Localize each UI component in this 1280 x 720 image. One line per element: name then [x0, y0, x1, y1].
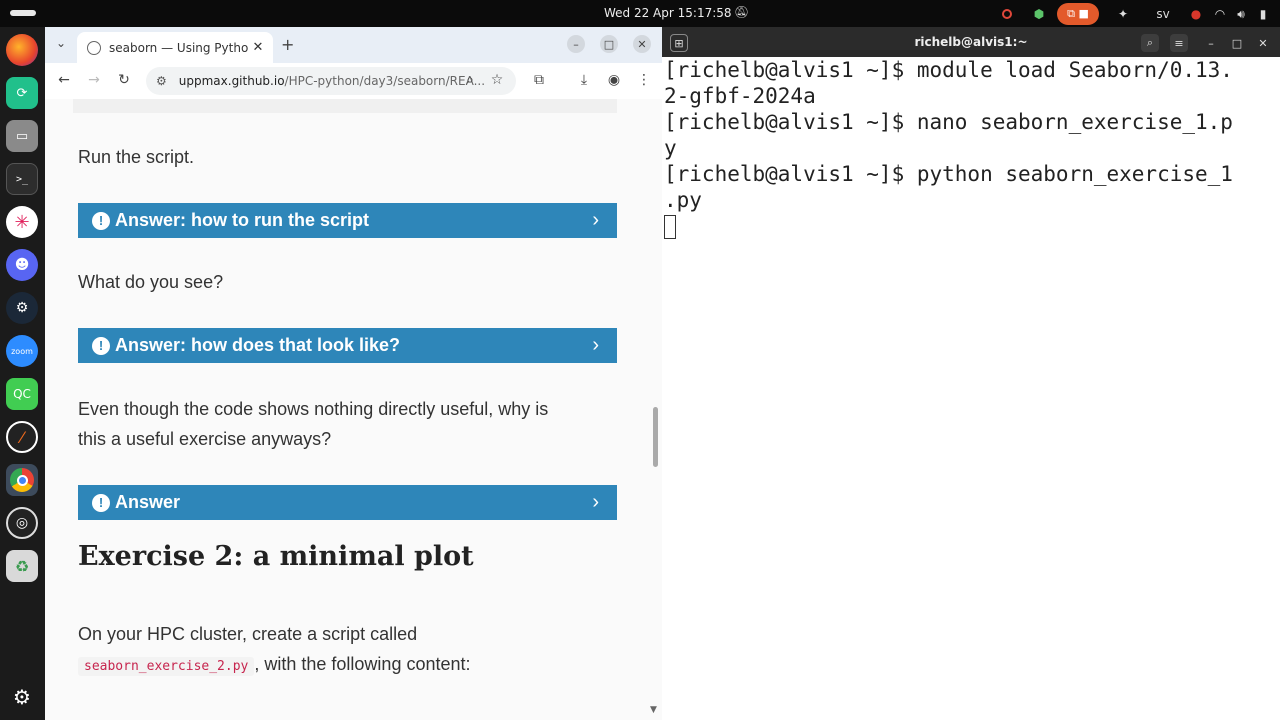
close-window-icon[interactable]: ✕	[633, 35, 651, 53]
paragraph-line: On your HPC cluster, create a script cal…	[78, 624, 418, 644]
chevron-right-icon: ›	[592, 209, 599, 231]
close-tab-icon[interactable]: ✕	[249, 40, 267, 55]
tab-search-chevron-icon[interactable]: ⌄	[56, 36, 66, 50]
url-path: /HPC-python/day3/seaborn/REA...	[284, 74, 486, 88]
chrome-icon[interactable]	[6, 464, 38, 496]
terminal-line: [richelb@alvis1 ~]$ module load Seaborn/…	[664, 58, 1233, 82]
browser-window: ⌄ seaborn — Using Python ✕ + – □ ✕ ← → ↻…	[45, 27, 662, 720]
top-bar: Wed 22 Apr 15:17:58 🔕︎ ⬢ ⧉ ■ ✦ sv ● ◠ 🔊︎…	[0, 0, 1280, 27]
reload-icon[interactable]: ↻	[115, 72, 133, 88]
chevron-right-icon: ›	[592, 334, 599, 356]
back-icon[interactable]: ←	[55, 72, 73, 88]
terminal-line: [richelb@alvis1 ~]$ python seaborn_exerc…	[664, 162, 1233, 186]
shield-icon[interactable]: ⬢	[1031, 3, 1047, 25]
globe-icon	[87, 40, 101, 55]
hamburger-menu-icon[interactable]: ≡	[1170, 34, 1188, 52]
activities-button[interactable]	[10, 10, 36, 16]
answer-look-like-toggle[interactable]: ! Answer: how does that look like? ›	[78, 328, 617, 363]
extensions-icon[interactable]: ⧉	[530, 72, 548, 88]
page-content: Run the script. ! Answer: how to run the…	[45, 99, 662, 720]
battery-icon: ▮	[1259, 7, 1267, 21]
exclamation-icon: !	[92, 211, 110, 230]
tab-seaborn[interactable]: seaborn — Using Python ✕	[77, 32, 273, 63]
files-icon[interactable]: ▭	[6, 120, 38, 152]
slack-icon[interactable]: ✳	[6, 206, 38, 238]
obs-icon[interactable]: ◎	[6, 507, 38, 539]
admonition-title: Answer: how does that look like?	[115, 335, 401, 355]
section-heading: Exercise 2: a minimal plot	[78, 541, 474, 572]
profile-icon[interactable]: ◉	[605, 72, 623, 88]
clock[interactable]: Wed 22 Apr 15:17:58	[604, 6, 732, 20]
zoom-icon[interactable]: zoom	[6, 335, 38, 367]
screen-share-indicator[interactable]: ⧉ ■	[1057, 3, 1099, 25]
paragraph-line: Even though the code shows nothing direc…	[78, 399, 549, 419]
exclamation-icon: !	[92, 336, 110, 355]
admonition-title: Answer: how to run the script	[115, 210, 370, 230]
paragraph-create-script: On your HPC cluster, create a script cal…	[78, 619, 471, 682]
minimize-icon[interactable]: –	[1202, 34, 1220, 52]
record-icon[interactable]	[999, 3, 1015, 25]
accessibility-icon[interactable]: ✦	[1115, 3, 1131, 25]
tab-title: seaborn — Using Python	[109, 40, 249, 55]
answer-toggle[interactable]: ! Answer ›	[78, 485, 617, 520]
wifi-icon: ◠	[1214, 7, 1226, 21]
terminal-line: 2-gfbf-2024a	[664, 84, 816, 108]
terminal-line: .py	[664, 188, 702, 212]
download-icon[interactable]: ⤓	[575, 72, 593, 88]
inline-code-filename: seaborn_exercise_2.py	[78, 657, 255, 676]
apps-grid-icon[interactable]: ⚙︎	[6, 681, 38, 713]
code-block-bottom	[73, 99, 617, 113]
answer-run-script-toggle[interactable]: ! Answer: how to run the script ›	[78, 203, 617, 238]
steam-icon[interactable]: ⚙	[6, 292, 38, 324]
terminal-line: y	[664, 136, 677, 160]
new-tab-icon[interactable]: +	[281, 35, 294, 54]
terminal-cursor	[664, 215, 676, 239]
terminal-window: ⊞ richelb@alvis1:~ ⌕ ≡ – □ ✕ [richelb@al…	[662, 27, 1280, 720]
terminal-line: [richelb@alvis1 ~]$ nano seaborn_exercis…	[664, 110, 1233, 134]
bookmark-star-icon[interactable]: ☆	[488, 72, 506, 88]
discord-icon[interactable]: ☻	[6, 249, 38, 281]
tab-strip: ⌄ seaborn — Using Python ✕ + – □ ✕	[45, 27, 662, 63]
browser-toolbar: ← → ↻ ⚙︎ uppmax.github.io/HPC-python/day…	[45, 63, 662, 99]
microphone-icon[interactable]: ●	[1188, 3, 1204, 25]
volume-icon: 🔊︎	[1237, 6, 1245, 21]
paragraph-what-see: What do you see?	[78, 272, 224, 292]
maximize-icon[interactable]: □	[1228, 34, 1246, 52]
terminal-output[interactable]: [richelb@alvis1 ~]$ module load Seaborn/…	[664, 57, 1278, 720]
scroll-down-arrow-icon[interactable]: ▼	[650, 705, 657, 715]
forward-icon[interactable]: →	[85, 72, 103, 88]
menu-kebab-icon[interactable]: ⋮	[635, 72, 653, 88]
admonition-title: Answer	[115, 492, 181, 512]
qt-creator-icon[interactable]: QC	[6, 378, 38, 410]
pycharm-icon[interactable]: ⟳	[6, 77, 38, 109]
page-scrollbar[interactable]	[653, 407, 658, 467]
chevron-right-icon: ›	[592, 491, 599, 513]
exclamation-icon: !	[92, 493, 110, 512]
trash-icon[interactable]: ♻	[6, 550, 38, 582]
pdf-icon[interactable]: ⁄	[6, 421, 38, 453]
close-window-icon[interactable]: ✕	[1254, 34, 1272, 52]
site-info-icon[interactable]: ⚙︎	[156, 74, 167, 88]
do-not-disturb-icon: 🔕︎	[734, 5, 750, 19]
maximize-icon[interactable]: □	[600, 35, 618, 53]
zoom-lens-icon[interactable]: ⌕	[461, 72, 479, 88]
minimize-icon[interactable]: –	[567, 35, 585, 53]
paragraph-line: this a useful exercise anyways?	[78, 429, 332, 449]
url-host: uppmax.github.io	[178, 74, 285, 88]
keyboard-layout[interactable]: sv	[1151, 3, 1175, 25]
paragraph-line: , with the following content:	[254, 654, 471, 674]
terminal-header: ⊞ richelb@alvis1:~ ⌕ ≡ – □ ✕	[662, 27, 1280, 57]
terminal-icon[interactable]: >_	[6, 163, 38, 195]
paragraph-why-useful: Even though the code shows nothing direc…	[78, 394, 548, 454]
paragraph-run-script: Run the script.	[78, 147, 195, 167]
dock: ⟳ ▭ >_ ✳ ☻ ⚙ zoom QC ⁄ ◎ ♻ ⚙︎	[0, 27, 45, 720]
search-icon[interactable]: ⌕	[1141, 34, 1159, 52]
firefox-icon[interactable]	[6, 34, 38, 66]
